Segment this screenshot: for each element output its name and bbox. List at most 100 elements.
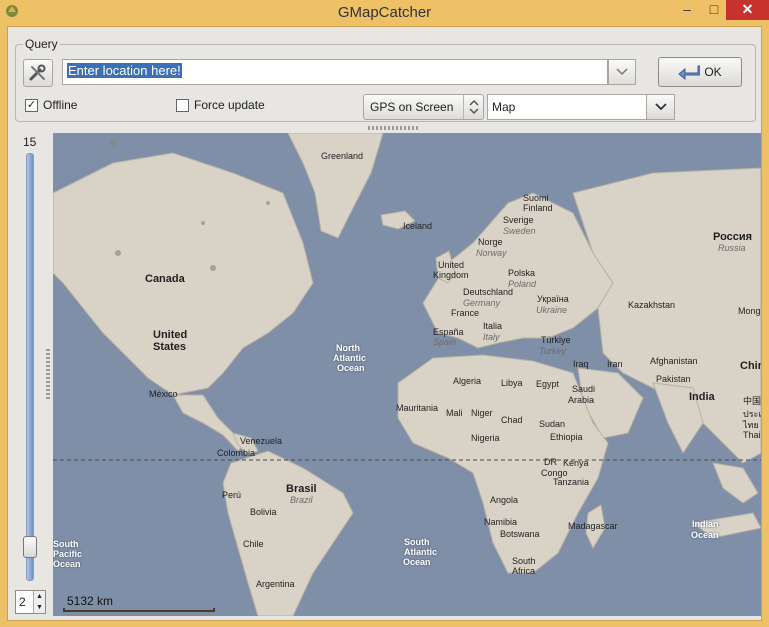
map-label: Україна (537, 294, 569, 304)
map-label: Greenland (321, 151, 364, 161)
zoom-slider-handle[interactable] (23, 536, 37, 558)
map-label: India (689, 391, 715, 403)
side-resize-handle[interactable] (46, 349, 50, 399)
location-history-dropdown[interactable] (608, 59, 636, 85)
map-label: Madagascar (568, 521, 618, 531)
gps-mode-select[interactable]: GPS on Screen (363, 94, 484, 120)
zoom-spinbox-value: 2 (19, 595, 26, 609)
map-label: México (149, 389, 178, 399)
ok-button[interactable]: OK (658, 57, 742, 87)
map-label: South (53, 539, 79, 549)
map-label: United (153, 329, 188, 341)
maximize-button[interactable]: □ (700, 0, 728, 20)
map-label: Niger (471, 408, 493, 418)
map-label: Ethiopia (550, 432, 583, 442)
map-label: Polska (508, 268, 536, 278)
map-label: Ocean (337, 363, 365, 373)
map-label: Mali (446, 408, 463, 418)
map-type-dropdown-button[interactable] (646, 95, 674, 119)
force-update-checkbox[interactable] (176, 98, 189, 112)
map-label: Canada (145, 273, 185, 285)
map-label: Brazil (290, 495, 313, 505)
map-label: Ukraine (536, 305, 568, 315)
scale-label: 5132 km (67, 594, 114, 608)
map-label: Afghanistan (650, 356, 698, 366)
query-group-label: Query (23, 37, 60, 51)
map-label: Argentina (256, 579, 295, 589)
map-view[interactable]: Greenland Iceland Suomi Finland Sverige Swede… (53, 133, 761, 616)
pane-resize-handle[interactable] (368, 126, 418, 130)
map-label: Deutschland (463, 287, 514, 297)
map-label: Turkey (539, 346, 566, 356)
map-label: Arabia (568, 395, 595, 405)
map-label: Iceland (403, 221, 433, 231)
map-label: Africa (512, 566, 536, 576)
map-label: Saudi (572, 384, 596, 394)
zoom-spinbox[interactable]: 2 ▲ ▼ (15, 590, 46, 614)
map-label: Angola (490, 495, 519, 505)
map-label: Brasil (286, 483, 317, 495)
map-label: Chile (243, 539, 264, 549)
map-label: Botswana (500, 529, 540, 539)
map-label: South (404, 537, 430, 547)
map-label: France (451, 308, 480, 318)
map-label: Libya (501, 378, 523, 388)
gps-mode-value: GPS on Screen (370, 100, 454, 114)
chevron-down-icon (654, 103, 667, 111)
map-label: Spain (433, 337, 457, 347)
ok-button-label: OK (704, 65, 722, 79)
map-label: Türkiye (541, 335, 571, 345)
map-label: Germany (463, 298, 501, 308)
offline-label: Offline (43, 98, 78, 112)
offline-checkbox-row[interactable]: ✓ Offline (25, 98, 77, 112)
map-label: Egypt (536, 379, 560, 389)
map-label: Mongolia (738, 306, 761, 316)
zoom-slider[interactable] (26, 153, 34, 581)
map-label: 中国 (743, 396, 761, 406)
map-label: States (153, 341, 187, 353)
minimize-button[interactable]: – (673, 0, 701, 20)
offline-checkbox[interactable]: ✓ (25, 98, 38, 112)
map-label: Iran (607, 359, 623, 369)
map-label: Finland (523, 203, 553, 213)
map-label: Sweden (503, 226, 536, 236)
spin-arrows-icon[interactable]: ▲ ▼ (33, 591, 45, 613)
map-type-select[interactable]: Map (487, 94, 675, 120)
force-update-checkbox-row[interactable]: Force update (176, 98, 265, 112)
scale-bar (63, 608, 215, 612)
map-label: United (438, 260, 465, 270)
map-label: Italia (483, 321, 503, 331)
map-label: Bolivia (250, 507, 277, 517)
map-label: Sverige (503, 215, 534, 225)
map-label: Sudan (539, 419, 566, 429)
close-button[interactable]: ✕ (726, 0, 769, 20)
updown-arrows-icon (463, 95, 483, 119)
map-label: Indian (692, 519, 719, 529)
wrench-screwdriver-icon (29, 64, 46, 81)
map-label: Iraq (573, 359, 589, 369)
zoom-level-label: 15 (23, 135, 37, 149)
map-label: Россия (713, 231, 753, 243)
app-window: GMapCatcher – □ ✕ Query Enter location h… (0, 0, 769, 627)
map-label: DR (544, 457, 557, 467)
force-update-label: Force update (194, 98, 265, 112)
map-label: Ocean (403, 557, 431, 567)
map-label: Venezuela (240, 436, 283, 446)
map-label: Mauritania (396, 403, 439, 413)
map-type-value: Map (492, 100, 516, 114)
map-label: España (433, 327, 464, 337)
map-label: Namibia (484, 517, 518, 527)
map-label: Suomi (523, 193, 549, 203)
map-label: Tanzania (553, 477, 590, 487)
map-label: Colombia (217, 448, 256, 458)
map-label: Atlantic (404, 547, 438, 557)
map-label: Nigeria (471, 433, 500, 443)
location-input[interactable]: Enter location here! (62, 59, 608, 85)
map-label: China (740, 360, 761, 372)
map-label: Norge (478, 237, 503, 247)
tools-button[interactable] (23, 59, 53, 87)
map-label: ไทย (743, 420, 759, 430)
enter-arrow-icon (678, 65, 701, 80)
map-label: ประเทศ (743, 409, 761, 419)
map-label: Norway (476, 248, 507, 258)
